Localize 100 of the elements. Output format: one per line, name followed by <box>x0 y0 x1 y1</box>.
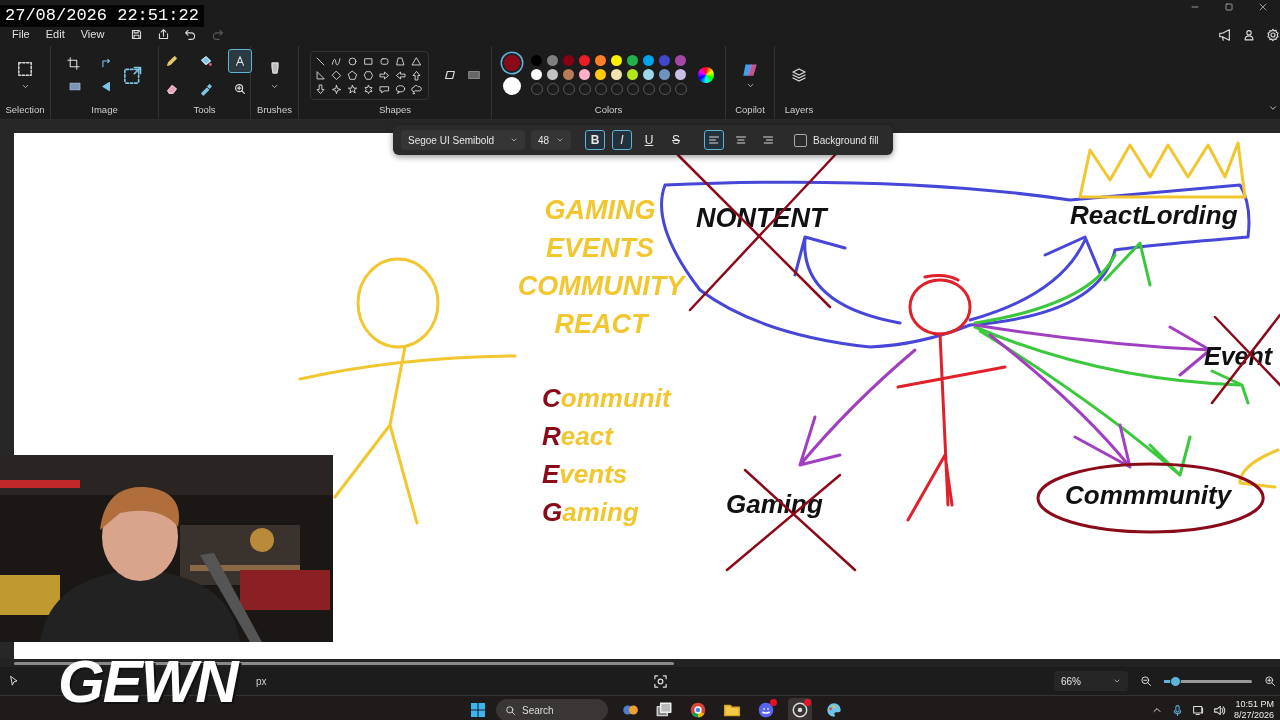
taskbar-app[interactable] <box>788 698 812 720</box>
group-label: Selection <box>5 104 45 115</box>
timestamp-overlay: 27/08/2026 22:51:22 <box>0 5 204 27</box>
canvas-text[interactable]: Communit <box>542 383 671 413</box>
oval-icon[interactable] <box>346 55 358 67</box>
group-label: Tools <box>193 104 216 115</box>
magnifier-icon <box>232 82 247 96</box>
six-point-star-icon[interactable] <box>362 83 374 95</box>
cursor-position: px <box>256 675 267 687</box>
canvas-text[interactable]: Gaming <box>542 497 639 527</box>
menu-item[interactable]: Edit <box>37 26 73 42</box>
oval-callout-icon[interactable] <box>394 83 406 95</box>
color-wheel-icon[interactable] <box>698 67 714 83</box>
canvas-text[interactable]: React <box>542 421 613 451</box>
windows-start-icon[interactable] <box>470 702 486 718</box>
strikethrough-button[interactable]: S <box>666 130 686 150</box>
crop-icon[interactable] <box>66 57 80 70</box>
color-swatch[interactable] <box>675 55 686 66</box>
primary-color-swatch[interactable] <box>504 55 520 71</box>
palette-icon <box>825 701 843 719</box>
color-swatch[interactable] <box>579 69 590 80</box>
color-swatch[interactable] <box>675 69 686 80</box>
pencil-icon <box>164 54 179 68</box>
color-swatch[interactable] <box>595 55 606 66</box>
recorder-icon <box>791 701 809 719</box>
group-label: Image <box>91 104 118 115</box>
close-icon[interactable] <box>1257 1 1269 13</box>
settings-icon[interactable] <box>1266 28 1280 42</box>
selection-icon[interactable] <box>16 59 34 78</box>
line-icon[interactable] <box>314 55 326 67</box>
share-icon[interactable] <box>157 27 171 41</box>
polygon-icon[interactable] <box>394 55 406 67</box>
color-swatch[interactable] <box>579 55 590 66</box>
color-swatch[interactable] <box>531 55 542 66</box>
canvas-text[interactable]: Commmunity <box>1065 480 1232 510</box>
hexagon-icon[interactable] <box>362 69 374 81</box>
up-arrow-icon[interactable] <box>410 69 422 81</box>
megaphone-icon[interactable] <box>1218 28 1232 42</box>
menu-item[interactable]: View <box>72 26 113 42</box>
undo-icon[interactable] <box>184 27 198 41</box>
color-swatch[interactable] <box>659 69 670 80</box>
rounded-rectangle-icon[interactable] <box>378 55 390 67</box>
bold-button[interactable]: B <box>585 130 605 150</box>
search-field[interactable]: Search <box>496 699 608 720</box>
fill-style-icon[interactable] <box>466 68 481 82</box>
curve-icon[interactable] <box>330 55 342 67</box>
align-right-icon <box>762 134 774 146</box>
font-size-dropdown[interactable]: 48 <box>531 130 571 150</box>
volume-icon[interactable] <box>1212 703 1226 717</box>
underline-button[interactable]: U <box>639 130 659 150</box>
zoom-out-icon[interactable] <box>1140 675 1152 687</box>
color-swatch[interactable] <box>531 69 542 80</box>
color-swatch[interactable] <box>643 55 654 66</box>
paint-bucket-icon <box>198 54 213 68</box>
color-swatch[interactable] <box>611 69 622 80</box>
zoom-in-icon[interactable] <box>1264 675 1276 687</box>
cloud-callout-icon[interactable] <box>410 83 422 95</box>
callout-icon[interactable] <box>378 83 390 95</box>
color-swatch[interactable] <box>563 55 574 66</box>
right-arrow-icon[interactable] <box>378 69 390 81</box>
four-point-star-icon[interactable] <box>330 83 342 95</box>
diamond-icon[interactable] <box>330 69 342 81</box>
color-swatch[interactable] <box>547 55 558 66</box>
fit-to-window-icon[interactable] <box>652 673 668 689</box>
maximize-icon[interactable] <box>1223 1 1235 13</box>
italic-button[interactable]: I <box>612 130 632 150</box>
color-swatch[interactable] <box>627 69 638 80</box>
triangle-icon[interactable] <box>410 55 422 67</box>
secondary-color-swatch[interactable] <box>503 77 521 95</box>
font-dropdown[interactable]: Segoe UI Semibold <box>401 130 525 150</box>
collapse-ribbon-icon[interactable] <box>1268 103 1278 113</box>
down-arrow-icon[interactable] <box>314 83 326 95</box>
rectangle-icon[interactable] <box>362 55 374 67</box>
color-swatch[interactable] <box>611 55 622 66</box>
account-icon[interactable] <box>1242 28 1256 42</box>
outline-icon[interactable] <box>442 68 457 82</box>
save-icon[interactable] <box>130 27 144 41</box>
background-fill-checkbox[interactable]: Background fill <box>794 133 879 147</box>
clock-time[interactable]: 10:51 PM <box>1235 699 1274 710</box>
layers-icon[interactable] <box>791 67 807 83</box>
canvas-text[interactable]: ReactLording <box>1070 200 1238 230</box>
color-picker-icon <box>198 82 213 96</box>
color-swatch[interactable] <box>643 69 654 80</box>
pentagon-icon[interactable] <box>346 69 358 81</box>
left-arrow-icon[interactable] <box>394 69 406 81</box>
resize-icon[interactable] <box>122 65 143 85</box>
canvas-text[interactable]: Events <box>542 459 628 489</box>
chevron-down-icon <box>510 136 518 144</box>
color-swatch[interactable] <box>563 69 574 80</box>
right-triangle-icon[interactable] <box>314 69 326 81</box>
color-swatch[interactable] <box>595 69 606 80</box>
color-swatch[interactable] <box>659 55 670 66</box>
clock-date[interactable]: 8/27/2026 <box>1233 710 1274 720</box>
star-icon[interactable] <box>346 83 358 95</box>
zoom-dropdown[interactable]: 66% <box>1054 671 1128 691</box>
align-left-button[interactable] <box>704 130 724 150</box>
text-tool-tool[interactable] <box>227 49 252 73</box>
color-swatch[interactable] <box>627 55 638 66</box>
color-swatch[interactable] <box>547 69 558 80</box>
menu-item[interactable]: File <box>4 26 38 42</box>
